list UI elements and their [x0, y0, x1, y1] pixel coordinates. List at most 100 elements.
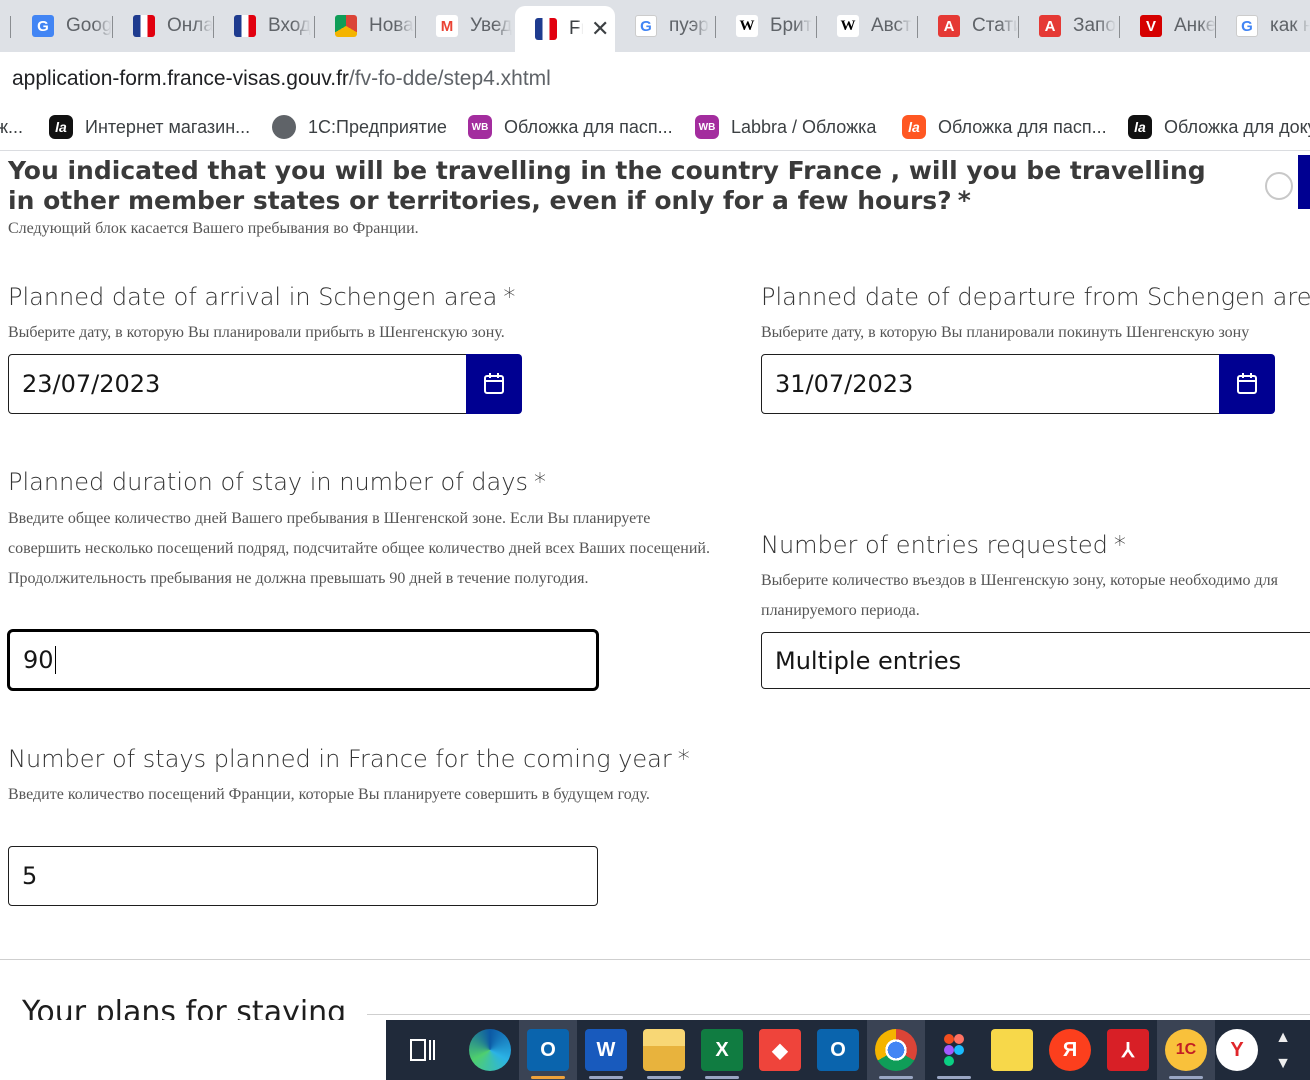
word-glyph: W: [596, 1038, 616, 1061]
excel-icon[interactable]: X: [701, 1029, 743, 1071]
calendar-icon: [484, 373, 504, 394]
tab-title: Брит: [770, 15, 813, 36]
url-text[interactable]: application-form.france-visas.gouv.fr/fv…: [12, 67, 551, 91]
stays-label-text: Number of stays planned in France for th…: [8, 745, 672, 773]
tab-title: Стати: [972, 15, 1018, 36]
wikipedia-icon: W: [736, 15, 758, 37]
bookmark-item[interactable]: WB Обложка для пасп...: [468, 114, 673, 140]
yandex-glyph: Я: [1062, 1038, 1078, 1061]
google-icon: G: [1236, 15, 1258, 37]
question-help: Следующий блок касается Вашего пребывани…: [8, 220, 419, 237]
task-view-icon[interactable]: [402, 1029, 444, 1071]
bookmark-item[interactable]: la Обложка для доку: [1128, 114, 1310, 140]
browser-tab[interactable]: G как н: [1216, 6, 1310, 46]
file-explorer-icon[interactable]: [643, 1029, 685, 1071]
running-indicator: [937, 1076, 971, 1079]
duration-input[interactable]: 90: [7, 629, 599, 691]
anydesk-icon[interactable]: ◆: [759, 1029, 801, 1071]
word-icon[interactable]: W: [585, 1029, 627, 1071]
required-mark: *: [1113, 531, 1126, 559]
figma-icon[interactable]: [933, 1029, 975, 1071]
yandex-browser-icon[interactable]: Y: [1216, 1029, 1258, 1071]
browser-tab-strip: G Goog Онла Вход Нова M Увед Fr ✕ G пуэр…: [0, 0, 1310, 52]
close-icon[interactable]: ✕: [591, 16, 609, 42]
browser-tab[interactable]: Вход: [214, 6, 314, 46]
outlook-icon[interactable]: O: [527, 1029, 569, 1071]
browser-tab[interactable]: M Увед: [416, 6, 516, 46]
france-flag-icon: [234, 15, 256, 37]
side-button[interactable]: [1298, 155, 1310, 209]
tab-title: Онла: [167, 15, 213, 36]
bookmark-label: Обложка для пасп...: [938, 116, 1107, 137]
required-mark: *: [503, 283, 516, 311]
yandex-icon[interactable]: Я: [1049, 1029, 1091, 1071]
bookmark-label: 1С:Предприятие: [308, 116, 447, 137]
browser-tab[interactable]: Онла: [113, 6, 213, 46]
running-indicator: [1169, 1076, 1203, 1079]
browser-tab-active[interactable]: Fr ✕: [515, 6, 615, 52]
chevron-up-icon[interactable]: ▲: [1270, 1026, 1296, 1050]
arrival-label: Planned date of arrival in Schengen area…: [8, 283, 515, 311]
entries-label: Number of entries requested *: [761, 531, 1126, 559]
bookmark-item[interactable]: WB Labbra / Обложка: [695, 114, 876, 140]
tab-title: Анке: [1174, 15, 1217, 36]
browser-tab[interactable]: V Анке: [1120, 6, 1220, 46]
address-bar[interactable]: application-form.france-visas.gouv.fr/fv…: [0, 52, 1310, 104]
browser-tab[interactable]: G пуэр: [615, 6, 715, 46]
sticky-notes-icon[interactable]: [991, 1029, 1033, 1071]
outlook-glyph: O: [830, 1038, 846, 1061]
chrome-icon[interactable]: [875, 1029, 917, 1071]
browser-tab[interactable]: A Запо: [1019, 6, 1119, 46]
wildberries-icon: WB: [695, 115, 719, 139]
departure-label-text: Planned date of departure from Schengen …: [761, 283, 1310, 311]
section-title: Your plans for staying: [22, 995, 347, 1020]
arrival-help: Выберите дату, в которую Вы планировали …: [8, 324, 505, 341]
acrobat-icon[interactable]: ⅄: [1107, 1029, 1149, 1071]
stays-help: Введите количество посещений Франции, ко…: [8, 786, 650, 803]
departure-date-input[interactable]: 31/07/2023: [761, 354, 1221, 414]
tab-title: Запо: [1073, 15, 1116, 36]
duration-value: 90: [23, 646, 54, 674]
bookmark-item[interactable]: ж...: [0, 114, 23, 140]
arrival-date-input[interactable]: 23/07/2023: [8, 354, 468, 414]
entries-select[interactable]: Multiple entries: [761, 632, 1310, 689]
browser-tab[interactable]: W Авст: [817, 6, 917, 46]
url-path: /fv-fo-dde/step4.xhtml: [348, 67, 551, 90]
bookmark-item[interactable]: la Интернет магазин...: [49, 114, 250, 140]
browser-tab[interactable]: W Брит: [716, 6, 816, 46]
yandex-browser-glyph: Y: [1230, 1038, 1244, 1061]
duration-label-text: Planned duration of stay in number of da…: [8, 468, 528, 496]
gmail-icon: M: [436, 15, 458, 37]
onec-glyph: 1С: [1175, 1041, 1197, 1058]
arrival-calendar-button[interactable]: [466, 354, 522, 414]
bookmark-item[interactable]: 1С:Предприятие: [272, 114, 447, 140]
task-view-glyph: [410, 1039, 435, 1061]
question-text: You indicated that you will be travellin…: [8, 156, 1206, 215]
wikipedia-icon: W: [837, 15, 859, 37]
la-logo-icon: la: [1128, 115, 1152, 139]
browser-tab[interactable]: A Стати: [918, 6, 1018, 46]
browser-tab[interactable]: Нова: [315, 6, 415, 46]
stays-input[interactable]: 5: [8, 846, 598, 906]
departure-calendar-button[interactable]: [1219, 354, 1275, 414]
la-logo-icon: la: [49, 115, 73, 139]
text-caret: [54, 646, 56, 674]
calendar-icon: [1237, 373, 1257, 394]
radio-option[interactable]: [1265, 172, 1293, 200]
onec-icon[interactable]: 1С: [1165, 1029, 1207, 1071]
stays-value: 5: [22, 862, 38, 890]
bookmark-item[interactable]: la Обложка для пасп...: [902, 114, 1107, 140]
section-divider: [0, 959, 1310, 960]
chevron-down-icon[interactable]: ▼: [1270, 1052, 1296, 1076]
arrival-date-value: 23/07/2023: [22, 370, 161, 398]
required-mark: *: [533, 468, 546, 496]
france-flag-icon: [535, 18, 557, 40]
url-host: application-form.france-visas.gouv.fr: [12, 67, 349, 90]
outlook-glyph: O: [540, 1038, 556, 1061]
edge-icon[interactable]: [469, 1029, 511, 1071]
tab-title: пуэр: [669, 15, 709, 36]
browser-tab[interactable]: G Goog: [12, 6, 112, 46]
google-icon: G: [635, 15, 657, 37]
chrome-icon: [335, 15, 357, 37]
outlook-icon[interactable]: O: [817, 1029, 859, 1071]
